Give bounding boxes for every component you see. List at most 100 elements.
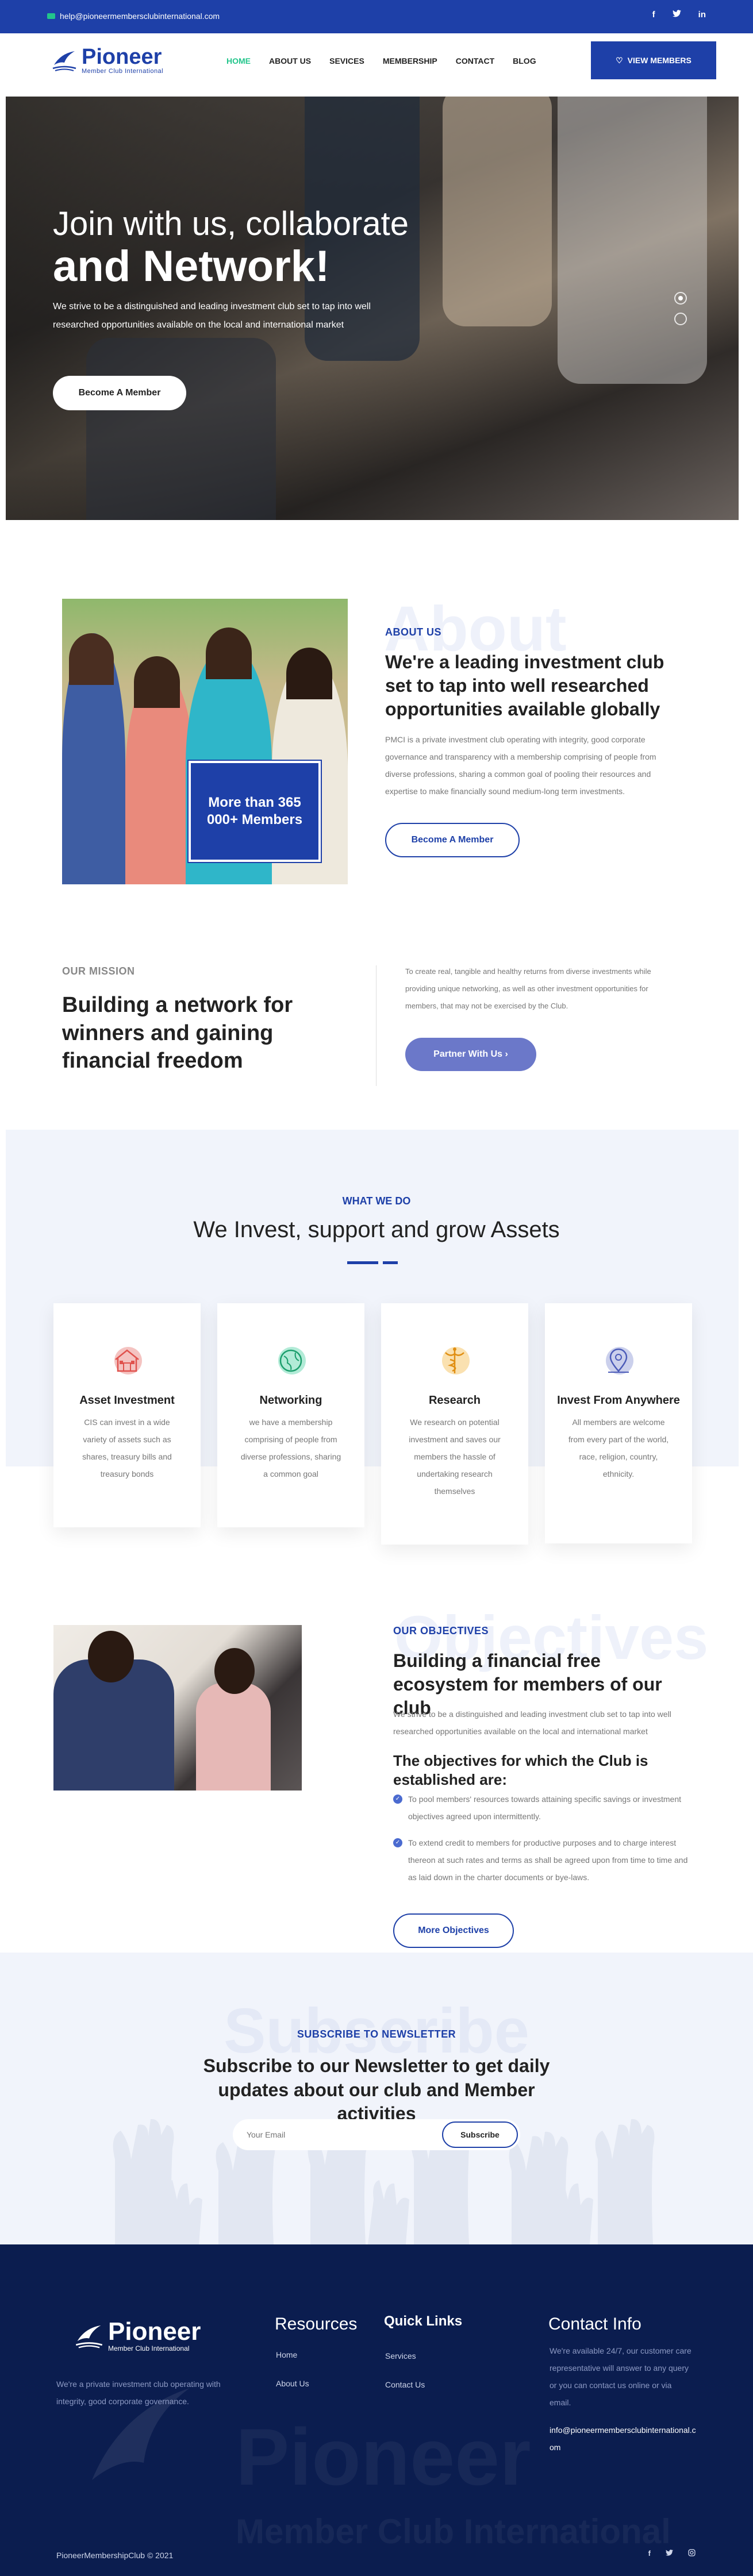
heart-icon: ♡ [616,55,623,65]
footer-logo-title: Pioneer [108,2317,201,2346]
logo-bird-icon [52,48,77,73]
services-divider [347,1261,398,1264]
view-members-button[interactable]: ♡ VIEW MEMBERS [591,41,716,79]
subscribe-eyebrow: SUBSCRIBE TO NEWSLETTER [297,2028,456,2040]
globe-icon [272,1342,309,1379]
mission-eyebrow: OUR MISSION [62,965,135,977]
nav-item-contact[interactable]: CONTACT [456,56,494,66]
objectives-photo [53,1625,302,1791]
contact-heading: Contact Info [548,2315,641,2334]
logo-title: Pioneer [82,45,162,69]
photo-person [214,1648,255,1694]
photo-person [134,656,180,708]
slider-dots [674,292,687,325]
email-text[interactable]: help@pioneermembersclubinternational.com [60,11,220,21]
about-eyebrow: ABOUT US [385,626,441,638]
mail-icon [47,13,55,19]
services-eyebrow: WHAT WE DO [342,1195,411,1207]
quick-links-heading: Quick Links [384,2313,463,2329]
hero-text: We strive to be a distinguished and lead… [53,302,371,330]
logo-subtitle: Member Club International [82,68,164,75]
about-title: We're a leading investment club set to t… [385,652,664,719]
partner-with-us-label: Partner With Us [433,1049,503,1059]
objectives-text: We strive to be a distinguished and lead… [393,1709,671,1736]
contact-text: We're available 24/7, our customer care … [550,2346,691,2407]
about-text: PMCI is a private investment club operat… [385,735,656,796]
subscribe-title-text: Subscribe to our Newsletter to get daily… [203,2055,550,2124]
hero-banner: Join with us, collaborate and Network! W… [6,97,739,520]
check-icon: ✓ [393,1795,402,1804]
service-text: CIS can invest in a wide variety of asse… [82,1418,172,1478]
footer-social: f [648,2549,696,2558]
twitter-icon[interactable] [672,10,681,20]
nav-item-membership[interactable]: MEMBERSHIP [383,56,437,66]
nav-item-about[interactable]: ABOUT US [269,56,311,66]
hero-title-line1: Join with us, collaborate [53,205,409,242]
service-card-networking[interactable]: Networking we have a membership comprisi… [217,1303,364,1527]
check-icon: ✓ [393,1838,402,1847]
service-card-research[interactable]: Research We research on potential invest… [381,1303,528,1545]
photo-person [69,633,114,685]
objective-text: To extend credit to members for producti… [408,1838,688,1882]
hero-photo-shape [86,338,276,520]
footer-ghost-text: Pioneer [236,2412,531,2502]
photo-person [206,627,252,679]
email-contact[interactable]: help@pioneermembersclubinternational.com [47,11,220,21]
about-become-member-button[interactable]: Become A Member [385,823,520,857]
objective-item: ✓ To pool members' resources towards att… [393,1791,692,1825]
hero-title: Join with us, collaborate and Network! [53,206,409,290]
email-input[interactable] [247,2127,431,2142]
partner-with-us-button[interactable]: Partner With Us › [405,1038,536,1071]
photo-person [286,648,332,699]
objectives-eyebrow: OUR OBJECTIVES [393,1625,489,1637]
logo-bird-icon [75,2325,103,2348]
hero-become-member-button[interactable]: Become A Member [53,376,186,410]
view-members-label: VIEW MEMBERS [627,56,691,65]
divider-bar [383,1261,398,1264]
service-title: Networking [259,1394,322,1407]
site-logo[interactable]: Pioneer Member Club International [52,46,163,75]
service-card-anywhere[interactable]: Invest From Anywhere All members are wel… [545,1303,692,1543]
objectives-subtitle: The objectives for which the Club is est… [393,1752,648,1788]
photo-person [88,1631,134,1682]
resources-heading: Resources [275,2315,358,2334]
nav-item-services[interactable]: SEVICES [329,56,364,66]
photo-person [196,1682,271,1791]
objective-item: ✓ To extend credit to members for produc… [393,1834,692,1886]
divider-bar [347,1261,378,1264]
service-title: Invest From Anywhere [557,1394,680,1407]
nav-menu: HOME ABOUT US SEVICES MEMBERSHIP CONTACT… [226,56,536,66]
nav-item-blog[interactable]: BLOG [513,56,536,66]
linkedin-icon[interactable]: in [698,10,706,20]
footer-link-contact[interactable]: Contact Us [385,2380,425,2389]
footer-about-text: We're a private investment club operatin… [56,2379,221,2406]
footer-logo[interactable]: Pioneer Member Club International [75,2319,201,2352]
instagram-icon[interactable] [688,2549,696,2558]
chevron-right-icon: › [505,1049,508,1059]
contact-email[interactable]: info@pioneermembersclubinternational.com [550,2421,699,2456]
hero-photo-shape [443,97,552,326]
facebook-icon[interactable]: f [648,2549,651,2558]
footer-ghost-subtext: Member Club International [236,2512,671,2551]
service-title: Asset Investment [79,1394,175,1407]
mission-title: Building a network for winners and gaini… [62,993,293,1073]
footer-link-home[interactable]: Home [276,2350,297,2359]
footer-link-services[interactable]: Services [385,2351,416,2361]
twitter-icon[interactable] [666,2549,673,2558]
map-pin-icon [600,1342,637,1379]
building-icon [109,1342,145,1379]
mission-text: To create real, tangible and healthy ret… [405,967,651,1010]
footer-link-about[interactable]: About Us [276,2379,309,2388]
service-title: Research [428,1394,481,1407]
subscribe-button[interactable]: Subscribe [442,2121,518,2148]
facebook-icon[interactable]: f [652,10,655,20]
subscribe-form: Subscribe [233,2119,520,2150]
slider-dot[interactable] [674,292,687,305]
nav-item-home[interactable]: HOME [226,56,251,66]
about-photo: More than 365 000+ Members [62,599,348,884]
service-card-asset[interactable]: Asset Investment CIS can invest in a wid… [53,1303,201,1527]
hero-photo-shape [558,97,707,384]
slider-dot[interactable] [674,313,687,325]
service-text: All members are welcome from every part … [568,1418,669,1478]
more-objectives-button[interactable]: More Objectives [393,1913,514,1948]
